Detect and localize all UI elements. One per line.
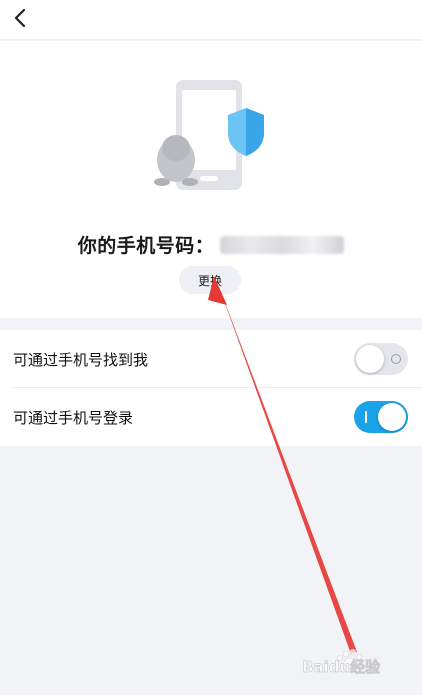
phone-number-label: 你的手机号码：	[77, 235, 215, 257]
phone-number-title: 你的手机号码：	[0, 231, 422, 258]
phone-binding-illustration	[154, 80, 264, 190]
chevron-left-icon	[14, 8, 26, 28]
baidu-watermark: Baidu经验	[300, 645, 410, 681]
login-by-phone-label: 可通过手机号登录	[13, 408, 134, 427]
list-item-find-by-phone: 可通过手机号找到我	[0, 330, 422, 388]
toggle-off-indicator-icon	[391, 354, 401, 364]
login-by-phone-toggle[interactable]	[354, 401, 408, 433]
watermark-text: Baidu经验	[302, 658, 381, 676]
phone-settings-list: 可通过手机号找到我 可通过手机号登录	[0, 330, 422, 446]
top-nav-bar	[0, 0, 422, 40]
toggle-on-indicator-icon	[365, 411, 367, 423]
change-phone-button[interactable]: 更换	[179, 266, 241, 294]
find-by-phone-label: 可通过手机号找到我	[13, 350, 149, 369]
toggle-knob	[378, 403, 406, 431]
toggle-knob	[356, 345, 384, 373]
list-item-login-by-phone: 可通过手机号登录	[0, 388, 422, 446]
back-button[interactable]	[6, 3, 34, 33]
find-by-phone-toggle[interactable]	[354, 343, 408, 375]
masked-phone-number	[220, 235, 345, 254]
phone-info-section: 你的手机号码： 更换	[0, 41, 422, 318]
